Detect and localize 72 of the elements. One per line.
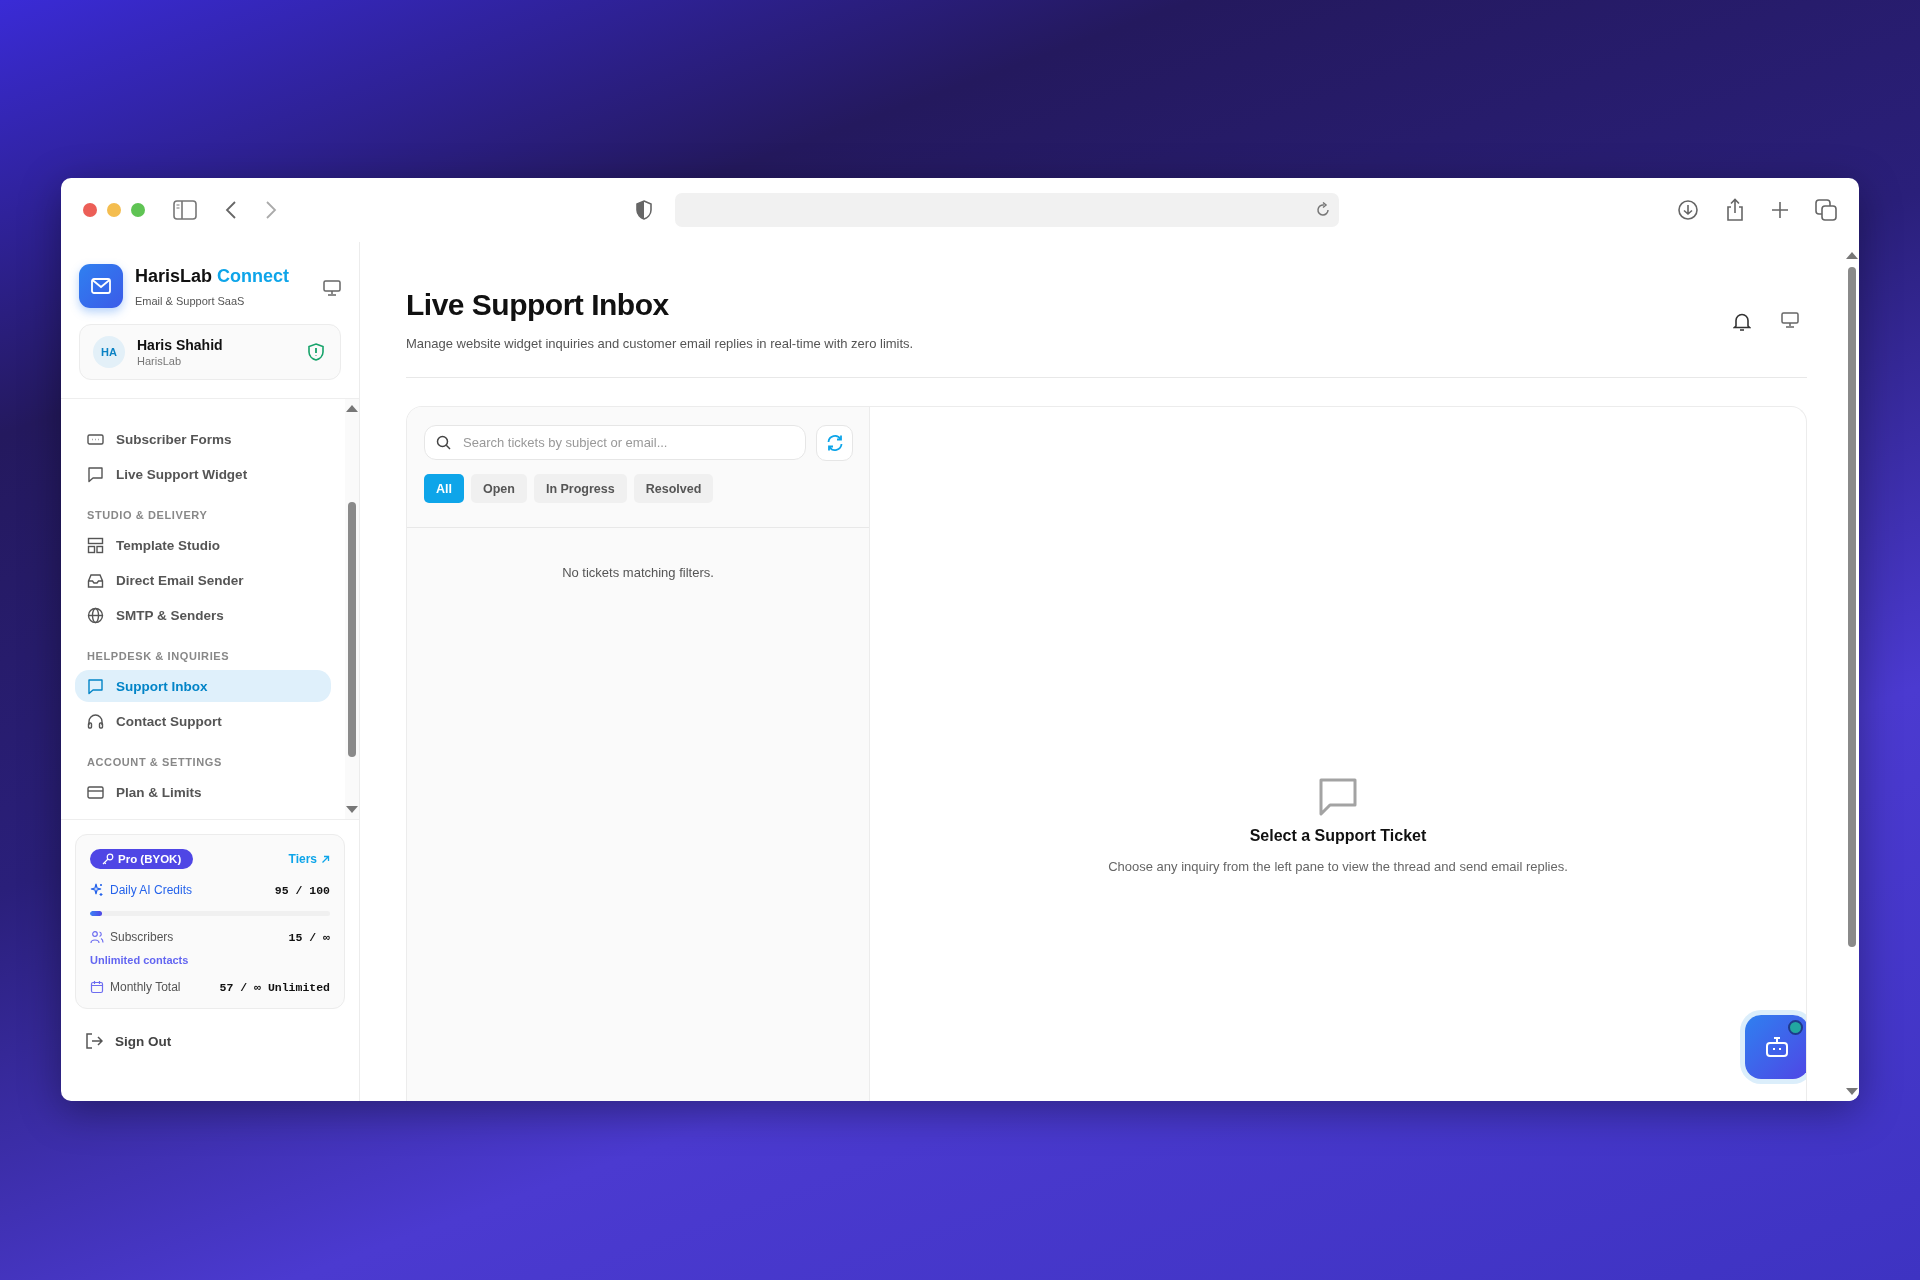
nav-scrollbar[interactable] (345, 399, 359, 819)
zoom-icon[interactable] (131, 203, 145, 217)
shield-alert-icon (308, 343, 324, 361)
nav-item[interactable]: Direct Email Sender (75, 564, 331, 596)
download-icon[interactable] (1677, 199, 1699, 221)
nav-item[interactable]: Plan & Limits (75, 776, 331, 808)
key-icon (102, 853, 114, 865)
usage-label: Daily AI Credits (110, 883, 194, 897)
user-name: Haris Shahid (137, 337, 224, 353)
app-name: HarisLab Connect (135, 265, 291, 287)
filter-tab[interactable]: In Progress (533, 474, 627, 503)
nav-item[interactable]: Support Inbox (75, 670, 331, 702)
user-avatar: HA (93, 336, 125, 368)
search-icon (436, 435, 451, 450)
chat-icon (87, 465, 104, 483)
inbox-icon (87, 571, 104, 589)
calendar-icon (90, 980, 104, 994)
chat-bubble-icon (1318, 777, 1358, 817)
empty-list-message: No tickets matching filters. (561, 565, 715, 580)
sign-out-button[interactable]: Sign Out (61, 1033, 359, 1049)
refresh-icon (825, 434, 844, 452)
empty-detail-text: Choose any inquiry from the left pane to view the thread and send email replies. (1108, 859, 1568, 874)
usage-value: 57 / ∞ Unlimited (219, 980, 330, 994)
sparkle-icon (90, 883, 104, 897)
bell-icon[interactable] (1733, 312, 1751, 332)
status-dot (1788, 1020, 1803, 1035)
usage-label: Subscribers (110, 930, 175, 944)
usage-note: Unlimited contacts (90, 954, 190, 966)
page-scrollbar[interactable] (1845, 242, 1859, 1101)
nav-item[interactable]: Subscriber Forms (75, 423, 331, 455)
filter-tab[interactable]: Resolved (633, 474, 714, 503)
chat-icon (87, 677, 104, 695)
nav-item[interactable]: SMTP & Senders (75, 599, 331, 631)
monitor-icon[interactable] (323, 280, 341, 296)
nav-section-heading: HELPDESK & INQUIRIES (86, 649, 231, 664)
users-icon (90, 930, 104, 944)
app-logo (79, 264, 123, 308)
forward-icon[interactable] (265, 201, 277, 219)
empty-detail-title: Select a Support Ticket (1249, 827, 1427, 845)
nav-section-heading: ACCOUNT & SETTINGS (86, 755, 223, 770)
arrow-icon (321, 854, 330, 864)
layout-icon (87, 536, 104, 554)
nav-item[interactable]: Contact Support (75, 705, 331, 737)
back-icon[interactable] (225, 201, 237, 219)
usage-value: 15 / ∞ (288, 930, 330, 944)
nav-section-heading: STUDIO & DELIVERY (86, 508, 209, 523)
reload-icon[interactable] (1315, 202, 1331, 218)
card-icon (87, 783, 104, 801)
close-icon[interactable] (83, 203, 97, 217)
nav-item[interactable]: Template Studio (75, 529, 331, 561)
sign-out-icon (85, 1033, 103, 1049)
new-tab-icon[interactable] (1771, 201, 1789, 219)
tabs-overview-icon[interactable] (1815, 199, 1837, 221)
globe-icon (87, 606, 104, 624)
plan-badge: Pro (BYOK) (90, 849, 194, 869)
nav-item[interactable]: Live Support Widget (75, 458, 331, 490)
refresh-button[interactable] (816, 425, 853, 461)
page-subtitle: Manage website widget inquiries and customer email replies in real-time with zero limits. (406, 336, 914, 351)
robot-icon (1764, 1035, 1790, 1059)
sidebar-toggle-icon[interactable] (173, 200, 197, 220)
filter-tab[interactable]: Open (471, 474, 527, 503)
search-field[interactable]: Search tickets by subject or email... (424, 425, 806, 460)
usage-label: Monthly Total (110, 980, 182, 994)
shield-icon[interactable] (635, 200, 653, 220)
usage-value: 95 / 100 (274, 883, 330, 897)
headset-icon (87, 712, 104, 730)
monitor-icon[interactable] (1781, 312, 1799, 328)
user-organization: HarisLab (137, 355, 183, 367)
page-title: Live Support Inbox (406, 288, 670, 322)
app-tagline: Email & Support SaaS (135, 294, 246, 307)
user-card[interactable]: HA Haris Shahid HarisLab (79, 324, 341, 380)
share-icon[interactable] (1725, 198, 1745, 222)
